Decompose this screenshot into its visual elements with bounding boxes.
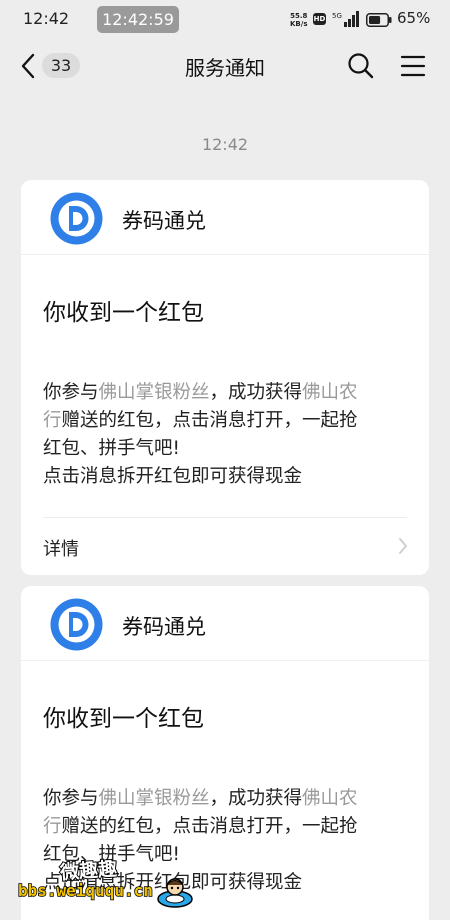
body-line: 行赠送的红包，点击消息打开，一起抢 — [43, 407, 415, 435]
body-line: 你参与佛山掌银粉丝，成功获得佛山农 — [43, 785, 415, 813]
app-name: 券码通兑 — [122, 615, 206, 639]
highlight-text: 行 — [43, 410, 62, 431]
notification-card[interactable]: 券码通兑 你收到一个红包 你参与佛山掌银粉丝，成功获得佛山农 行赠送的红包，点击… — [21, 586, 429, 920]
network-speed: 55.8 KB/s — [290, 12, 307, 28]
notification-title: 你收到一个红包 — [43, 300, 204, 326]
highlight-text: 佛山农 — [302, 788, 358, 809]
details-row[interactable]: 详情 — [21, 518, 429, 574]
highlight-text: 佛山掌银粉丝 — [98, 382, 210, 403]
card-header[interactable]: 券码通兑 — [21, 586, 429, 661]
highlight-text: 佛山农 — [302, 382, 358, 403]
body-text: 你参与 — [43, 382, 99, 403]
battery-icon — [366, 13, 392, 27]
body-line: 你参与佛山掌银粉丝，成功获得佛山农 — [43, 379, 415, 407]
details-label: 详情 — [43, 539, 79, 560]
body-line: 行赠送的红包，点击消息打开，一起抢 — [43, 813, 415, 841]
body-line: 红包、拼手气吧! — [43, 438, 180, 459]
hd-badge: HD — [313, 13, 326, 25]
highlight-text: 行 — [43, 816, 62, 837]
menu-icon[interactable] — [400, 54, 426, 78]
screen: 12:42 12:42:59 55.8 KB/s HD 5G 65% 33 服务… — [0, 0, 450, 920]
signal-icon: 5G — [332, 11, 359, 27]
notification-body: 你参与佛山掌银粉丝，成功获得佛山农 行赠送的红包，点击消息打开，一起抢 红包、拼… — [43, 379, 415, 491]
body-line: 点击消息拆开红包即可获得现金 — [43, 466, 303, 487]
network-type-label: 5G — [332, 12, 342, 20]
body-line: 点击消息拆开红包即可获得现金 — [43, 872, 303, 893]
notification-title: 你收到一个红包 — [43, 706, 204, 732]
network-speed-unit: KB/s — [290, 20, 308, 28]
notification-card[interactable]: 券码通兑 你收到一个红包 你参与佛山掌银粉丝，成功获得佛山农 行赠送的红包，点击… — [21, 180, 429, 575]
status-bar: 12:42 12:42:59 55.8 KB/s HD 5G 65% — [0, 0, 450, 40]
message-timestamp: 12:42 — [201, 135, 249, 154]
battery-percent: 65% — [397, 9, 431, 27]
highlight-text: 佛山掌银粉丝 — [98, 788, 210, 809]
nav-bar: 33 服务通知 — [0, 40, 450, 92]
status-time: 12:42 — [23, 9, 70, 28]
chevron-right-icon — [399, 538, 407, 554]
app-logo-icon[interactable] — [50, 598, 103, 651]
status-call-pill[interactable]: 12:42:59 — [97, 6, 179, 33]
app-name: 券码通兑 — [122, 209, 206, 233]
search-icon[interactable] — [347, 52, 374, 79]
body-line: 红包、拼手气吧! — [43, 844, 180, 865]
card-header[interactable]: 券码通兑 — [21, 180, 429, 255]
body-text: 你参与 — [43, 788, 99, 809]
page-title: 服务通知 — [185, 56, 265, 80]
app-logo-icon[interactable] — [50, 192, 103, 245]
body-text: ，成功获得 — [209, 788, 303, 809]
network-speed-value: 55.8 — [290, 12, 308, 20]
body-text: ，成功获得 — [209, 382, 303, 403]
body-text: 赠送的红包，点击消息打开，一起抢 — [61, 816, 358, 837]
notification-body: 你参与佛山掌银粉丝，成功获得佛山农 行赠送的红包，点击消息打开，一起抢 红包、拼… — [43, 785, 415, 897]
body-text: 赠送的红包，点击消息打开，一起抢 — [61, 410, 358, 431]
